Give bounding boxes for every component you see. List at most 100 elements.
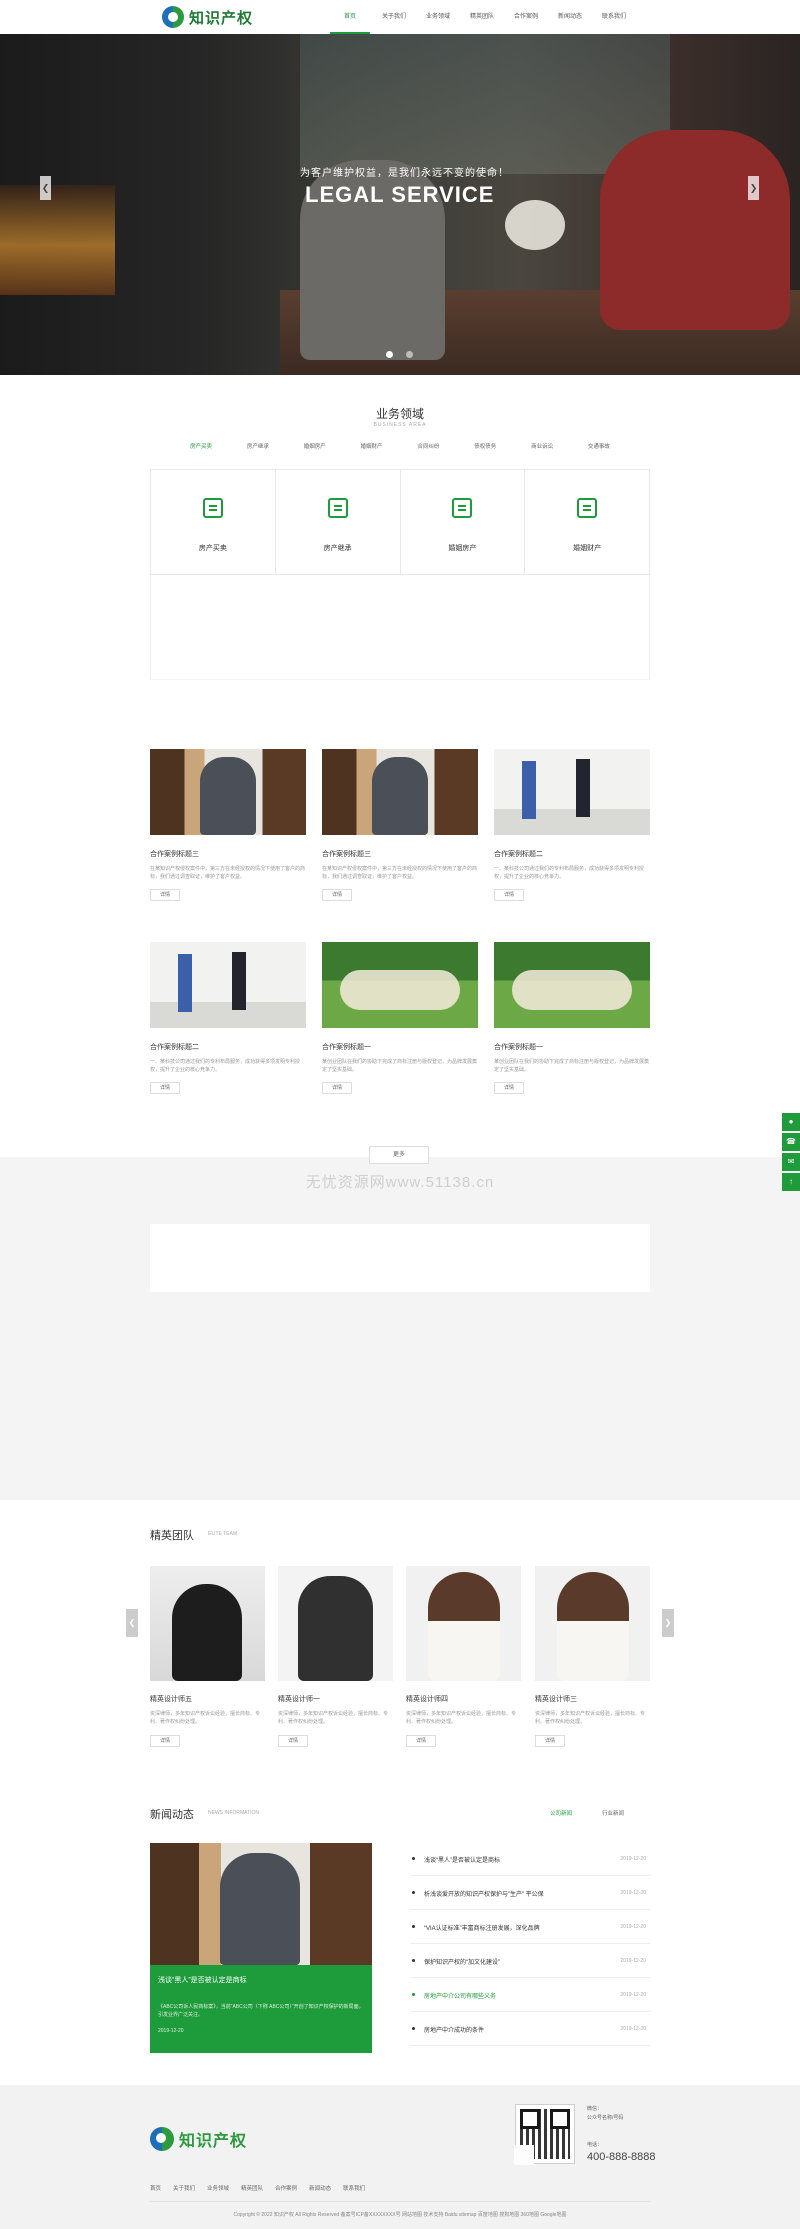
phone-button[interactable]: ☎	[782, 1133, 800, 1151]
case-title[interactable]: 合作案例标题三	[322, 849, 478, 859]
member-detail-button[interactable]: 详情	[535, 1735, 565, 1747]
footer-nav-cases[interactable]: 合作案例	[275, 2184, 297, 2192]
footer-nav-news[interactable]: 新闻动态	[309, 2184, 331, 2192]
member-name[interactable]: 精英设计师四	[406, 1694, 521, 1704]
footer-divider	[150, 2201, 650, 2202]
case-detail-button[interactable]: 详情	[322, 1082, 352, 1094]
hero-dot-2[interactable]	[406, 351, 413, 358]
nav-news[interactable]: 新闻动态	[550, 0, 590, 34]
news-item[interactable]: 浅谈“黑人”是否被认定是商标 2019-12-20	[410, 1842, 650, 1876]
cases-more-button[interactable]: 更多	[369, 1146, 429, 1164]
footer-nav-team[interactable]: 精英团队	[241, 2184, 263, 2192]
hero-banner[interactable]: 为客户维护权益，是我们永远不变的使命！ LEGAL SERVICE ❮ ❯	[0, 0, 800, 375]
case-card[interactable]: 合作案例标题一 某创业团队在我们的协助下完成了商标注册与版权登记，为品牌发展奠定…	[322, 942, 478, 1122]
member-photo[interactable]	[535, 1566, 650, 1681]
nav-cases[interactable]: 合作案例	[506, 0, 546, 34]
news-feature-photo[interactable]	[150, 1843, 372, 1965]
service-item[interactable]: 婚姻财产	[525, 470, 649, 574]
case-title[interactable]: 合作案例标题二	[150, 1042, 306, 1052]
news-item[interactable]: 保护知识产权的“加文化建设” 2019-12-20	[410, 1944, 650, 1978]
tab-business-8[interactable]: 交通事故	[588, 442, 610, 450]
nav-team[interactable]: 精英团队	[462, 0, 502, 34]
team-member[interactable]: 精英设计师四 资深律师，多年知识产权诉讼经验，擅长商标、专利、著作权纠纷处理。 …	[406, 1566, 521, 1766]
case-title[interactable]: 合作案例标题三	[150, 849, 306, 859]
case-detail-button[interactable]: 详情	[494, 889, 524, 901]
member-detail-button[interactable]: 详情	[406, 1735, 436, 1747]
news-item-title[interactable]: 房地产中介成功的条件	[424, 2025, 484, 2034]
tab-business-2[interactable]: 房产继承	[247, 442, 269, 450]
nav-home[interactable]: 首页	[330, 0, 370, 34]
news-item[interactable]: 房地产中介公司有哪些义务 2019-12-20	[410, 1978, 650, 2012]
news-item[interactable]: 析浅谈爱开放的知识产权保护与”生产” 平公保 2019-12-20	[410, 1876, 650, 1910]
nav-contact[interactable]: 联系我们	[594, 0, 634, 34]
news-tabs: 公司新闻 行业新闻	[550, 1809, 624, 1817]
footer-logo[interactable]: 知识产权	[150, 2127, 247, 2151]
case-photo[interactable]	[494, 749, 650, 835]
wechat-button[interactable]: ✉	[782, 1153, 800, 1171]
nav-about[interactable]: 关于我们	[374, 0, 414, 34]
news-item[interactable]: 房地产中介成功的条件 2019-12-20	[410, 2012, 650, 2046]
back-to-top-button[interactable]: ↑	[782, 1173, 800, 1191]
tab-industry-news[interactable]: 行业新闻	[602, 1809, 624, 1817]
member-photo[interactable]	[278, 1566, 393, 1681]
case-card[interactable]: 合作案例标题三 在某知识产权侵权案件中，第三方在未经授权的情况下使用了客户的商标…	[150, 749, 306, 929]
member-name[interactable]: 精英设计师三	[535, 1694, 650, 1704]
qq-button[interactable]: ●	[782, 1113, 800, 1131]
tab-company-news[interactable]: 公司新闻	[550, 1809, 572, 1817]
tab-business-7[interactable]: 商业诉讼	[531, 442, 553, 450]
case-detail-button[interactable]: 详情	[150, 1082, 180, 1094]
case-photo[interactable]	[322, 942, 478, 1028]
footer-nav-business[interactable]: 业务领域	[207, 2184, 229, 2192]
news-feature-title[interactable]: 浅谈“黑人”是否被认定是商标	[158, 1975, 364, 1985]
case-title[interactable]: 合作案例标题二	[494, 849, 650, 859]
member-name[interactable]: 精英设计师五	[150, 1694, 265, 1704]
team-member[interactable]: 精英设计师五 资深律师，多年知识产权诉讼经验，擅长商标、专利、著作权纠纷处理。 …	[150, 1566, 265, 1766]
case-title[interactable]: 合作案例标题一	[494, 1042, 650, 1052]
hero-next-button[interactable]: ❯	[748, 176, 759, 200]
case-card[interactable]: 合作案例标题二 一、某科技公司通过我们的专利布局服务，成功获得多项发明专利授权，…	[494, 749, 650, 929]
tab-business-1[interactable]: 房产买卖	[190, 442, 212, 450]
tab-business-5[interactable]: 合同纠纷	[417, 442, 439, 450]
case-card[interactable]: 合作案例标题一 某创业团队在我们的协助下完成了商标注册与版权登记，为品牌发展奠定…	[494, 942, 650, 1122]
case-detail-button[interactable]: 详情	[150, 889, 180, 901]
tab-business-4[interactable]: 婚姻财产	[361, 442, 383, 450]
tab-business-3[interactable]: 婚姻房产	[304, 442, 326, 450]
case-photo[interactable]	[322, 749, 478, 835]
case-card[interactable]: 合作案例标题二 一、某科技公司通过我们的专利布局服务，成功获得多项发明专利授权，…	[150, 942, 306, 1122]
site-logo[interactable]: 知识产权	[162, 5, 253, 29]
hero-prev-button[interactable]: ❮	[40, 176, 51, 200]
hero-dot-1[interactable]	[386, 351, 393, 358]
news-item-title[interactable]: 浅谈“黑人”是否被认定是商标	[424, 1855, 500, 1864]
news-item-title[interactable]: 析浅谈爱开放的知识产权保护与”生产” 平公保	[424, 1889, 544, 1898]
team-member[interactable]: 精英设计师三 资深律师，多年知识产权诉讼经验，擅长商标、专利、著作权纠纷处理。 …	[535, 1566, 650, 1766]
case-photo[interactable]	[150, 942, 306, 1028]
service-item[interactable]: 房产买卖	[151, 470, 276, 574]
case-title[interactable]: 合作案例标题一	[322, 1042, 478, 1052]
member-detail-button[interactable]: 详情	[278, 1735, 308, 1747]
case-photo[interactable]	[150, 749, 306, 835]
tab-business-6[interactable]: 债权债务	[474, 442, 496, 450]
service-item[interactable]: 房产继承	[276, 470, 401, 574]
team-member[interactable]: 精英设计师一 资深律师，多年知识产权诉讼经验，擅长商标、专利、著作权纠纷处理。 …	[278, 1566, 393, 1766]
case-photo[interactable]	[494, 942, 650, 1028]
footer-nav-home[interactable]: 首页	[150, 2184, 161, 2192]
news-item[interactable]: “VIA认证标准”丰富商标注册发展，深化品牌 2019-12-20	[410, 1910, 650, 1944]
member-name[interactable]: 精英设计师一	[278, 1694, 393, 1704]
service-item[interactable]: 婚姻房产	[401, 470, 526, 574]
footer-nav-contact[interactable]: 联系我们	[343, 2184, 365, 2192]
case-card[interactable]: 合作案例标题三 在某知识产权侵权案件中，第三方在未经授权的情况下使用了客户的商标…	[322, 749, 478, 929]
news-feature-box[interactable]: 浅谈“黑人”是否被认定是商标 《ABC公司诉人民商标案》，当前“ABC公司（下称…	[150, 1965, 372, 2053]
news-item-title[interactable]: 保护知识产权的“加文化建设”	[424, 1957, 500, 1966]
case-detail-button[interactable]: 详情	[322, 889, 352, 901]
team-next-button[interactable]: ❯	[662, 1609, 674, 1637]
nav-business[interactable]: 业务领域	[418, 0, 458, 34]
team-prev-button[interactable]: ❮	[126, 1609, 138, 1637]
member-photo[interactable]	[150, 1566, 265, 1681]
case-detail-button[interactable]: 详情	[494, 1082, 524, 1094]
news-item-title[interactable]: “VIA认证标准”丰富商标注册发展，深化品牌	[424, 1923, 540, 1932]
member-photo[interactable]	[406, 1566, 521, 1681]
member-detail-button[interactable]: 详情	[150, 1735, 180, 1747]
news-item-title[interactable]: 房地产中介公司有哪些义务	[424, 1991, 496, 2000]
footer-nav-about[interactable]: 关于我们	[173, 2184, 195, 2192]
news-feature[interactable]: 浅谈“黑人”是否被认定是商标 《ABC公司诉人民商标案》，当前“ABC公司（下称…	[150, 1843, 372, 2053]
